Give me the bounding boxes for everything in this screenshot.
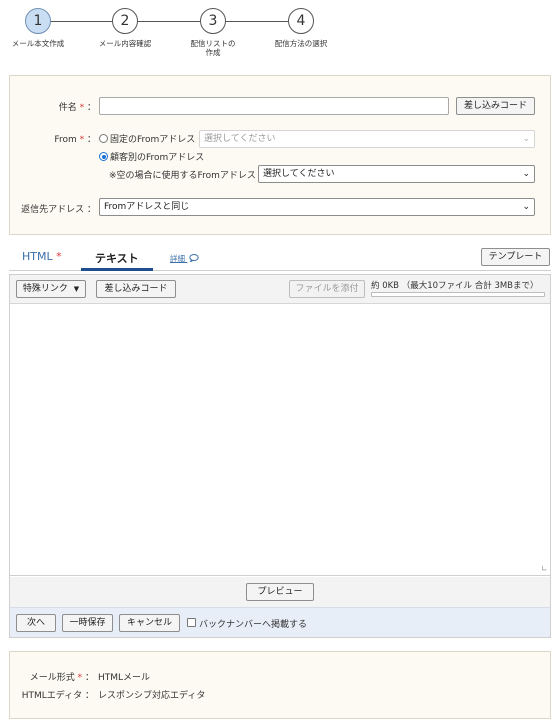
special-link-button[interactable]: 特殊リンク ▼ [16,280,86,298]
body-insert-code-button[interactable]: 差し込みコード [96,280,176,298]
format-value: HTMLメール [98,673,151,683]
from-required-mark: * [79,135,85,145]
chevron-down-icon: ⌄ [522,169,530,179]
speech-bubble-icon [189,254,200,264]
next-button[interactable]: 次へ [16,614,56,632]
from-fixed-label: 固定のFromアドレス [110,135,196,145]
step-1: 1 メール本文作成 [0,8,83,48]
from-customer-label: 顧客別のFromアドレス [110,153,205,163]
subject-required-mark: * [79,103,85,113]
reply-to-select-value: Fromアドレスと同じ [104,202,190,212]
preview-button[interactable]: プレビュー [246,583,314,601]
detail-link-label: 詳細 [170,254,185,263]
preview-row: プレビュー [10,577,550,607]
step-1-number: 1 [25,8,51,34]
editor-label-row: HTMLエディタ ： [10,688,94,701]
step-2: 2 メール内容確認 [80,8,170,48]
attachment-size-info: 約 0KB （最大10ファイル 合計 3MBまで） [371,281,539,291]
step-3-label-line2: 作成 [205,48,221,57]
from-fixed-select-value: 選択してください [204,134,276,144]
info-panel: メール形式 * ： HTMLメール HTMLエディタ ： レスポンシブ対応エディ… [9,651,551,719]
editor-footer-actions: 次へ 一時保存 キャンセル バックナンバーへ掲載する [10,607,550,637]
step-4-label: 配信方法の選択 [274,39,328,48]
step-1-label: メール本文作成 [11,39,65,48]
resize-handle-icon[interactable]: ∟ [541,564,548,573]
chevron-down-icon: ⌄ [522,202,530,212]
step-3: 3 配信リストの 作成 [168,8,258,57]
subject-insert-code-button[interactable]: 差し込みコード [456,97,535,115]
step-4-number: 4 [288,8,314,34]
save-temp-button[interactable]: 一時保存 [62,614,113,632]
step-3-number: 3 [200,8,226,34]
from-fallback-mark-row: ※空の場合に使用するFromアドレス [109,168,256,181]
editor-toolbar: 特殊リンク ▼ 差し込みコード ファイルを添付 約 0KB （最大10ファイル … [10,275,550,304]
subject-colon: ： [86,103,96,113]
subject-label-row: 件名 * ： [30,100,96,113]
attach-file-button[interactable]: ファイルを添付 [289,280,365,298]
from-fallback-select-value: 選択してください [263,169,335,179]
subject-label: 件名 [58,103,77,113]
format-required-mark: * [77,673,83,683]
step-4: 4 配信方法の選択 [256,8,346,48]
step-3-label: 配信リストの 作成 [168,39,258,57]
special-link-label: 特殊リンク [22,284,68,294]
from-colon: ： [86,135,96,145]
step-2-number: 2 [112,8,138,34]
body-textarea[interactable] [10,304,550,576]
backnumber-checkbox[interactable] [187,618,196,627]
editor-colon: ： [84,691,94,701]
editor-panel: 特殊リンク ▼ 差し込みコード ファイルを添付 約 0KB （最大10ファイル … [9,274,551,638]
caret-down-icon: ▼ [73,285,80,293]
step-2-label: メール内容確認 [98,39,152,48]
attachment-size-bar [371,292,545,297]
reply-to-select[interactable]: Fromアドレスと同じ ⌄ [99,198,535,216]
reply-label-row: 返信先アドレス ： [14,202,96,215]
tab-text[interactable]: テキスト [95,250,139,266]
format-label: メール形式 [29,673,75,683]
tab-html[interactable]: HTML * [22,250,62,263]
cancel-button[interactable]: キャンセル [119,614,180,632]
reply-colon: ： [86,205,96,215]
from-fixed-radio[interactable] [99,134,108,143]
subject-input[interactable] [99,97,449,115]
tab-html-label: HTML [22,250,53,263]
format-colon: ： [84,673,94,683]
reply-label: 返信先アドレス [21,205,85,215]
from-fixed-select[interactable]: 選択してください ⌄ [199,130,535,148]
header-form-panel: 件名 * ： 差し込みコード From * ： 固定のFromアドレス 選択して… [9,75,551,235]
template-button[interactable]: テンプレート [481,248,550,266]
tab-text-active-indicator [81,268,153,271]
detail-link[interactable]: 詳細 [170,253,200,264]
editor-value: レスポンシブ対応エディタ [98,691,206,701]
chevron-down-icon: ⌄ [522,134,530,144]
from-customer-radio[interactable] [99,152,108,161]
editor-label: HTMLエディタ [21,691,83,701]
from-label: From [54,135,77,145]
from-fallback-label: ※空の場合に使用するFromアドレス [109,171,256,181]
from-label-row: From * ： [30,132,96,145]
tab-html-required: * [56,250,62,263]
format-label-row: メール形式 * ： [10,670,94,683]
step-3-label-line1: 配信リストの [190,39,236,48]
from-fallback-select[interactable]: 選択してください ⌄ [258,165,535,183]
backnumber-checkbox-label: バックナンバーへ掲載する [199,620,308,630]
progress-stepper: 1 メール本文作成 2 メール内容確認 3 配信リストの 作成 4 配信方法の選… [0,0,560,68]
